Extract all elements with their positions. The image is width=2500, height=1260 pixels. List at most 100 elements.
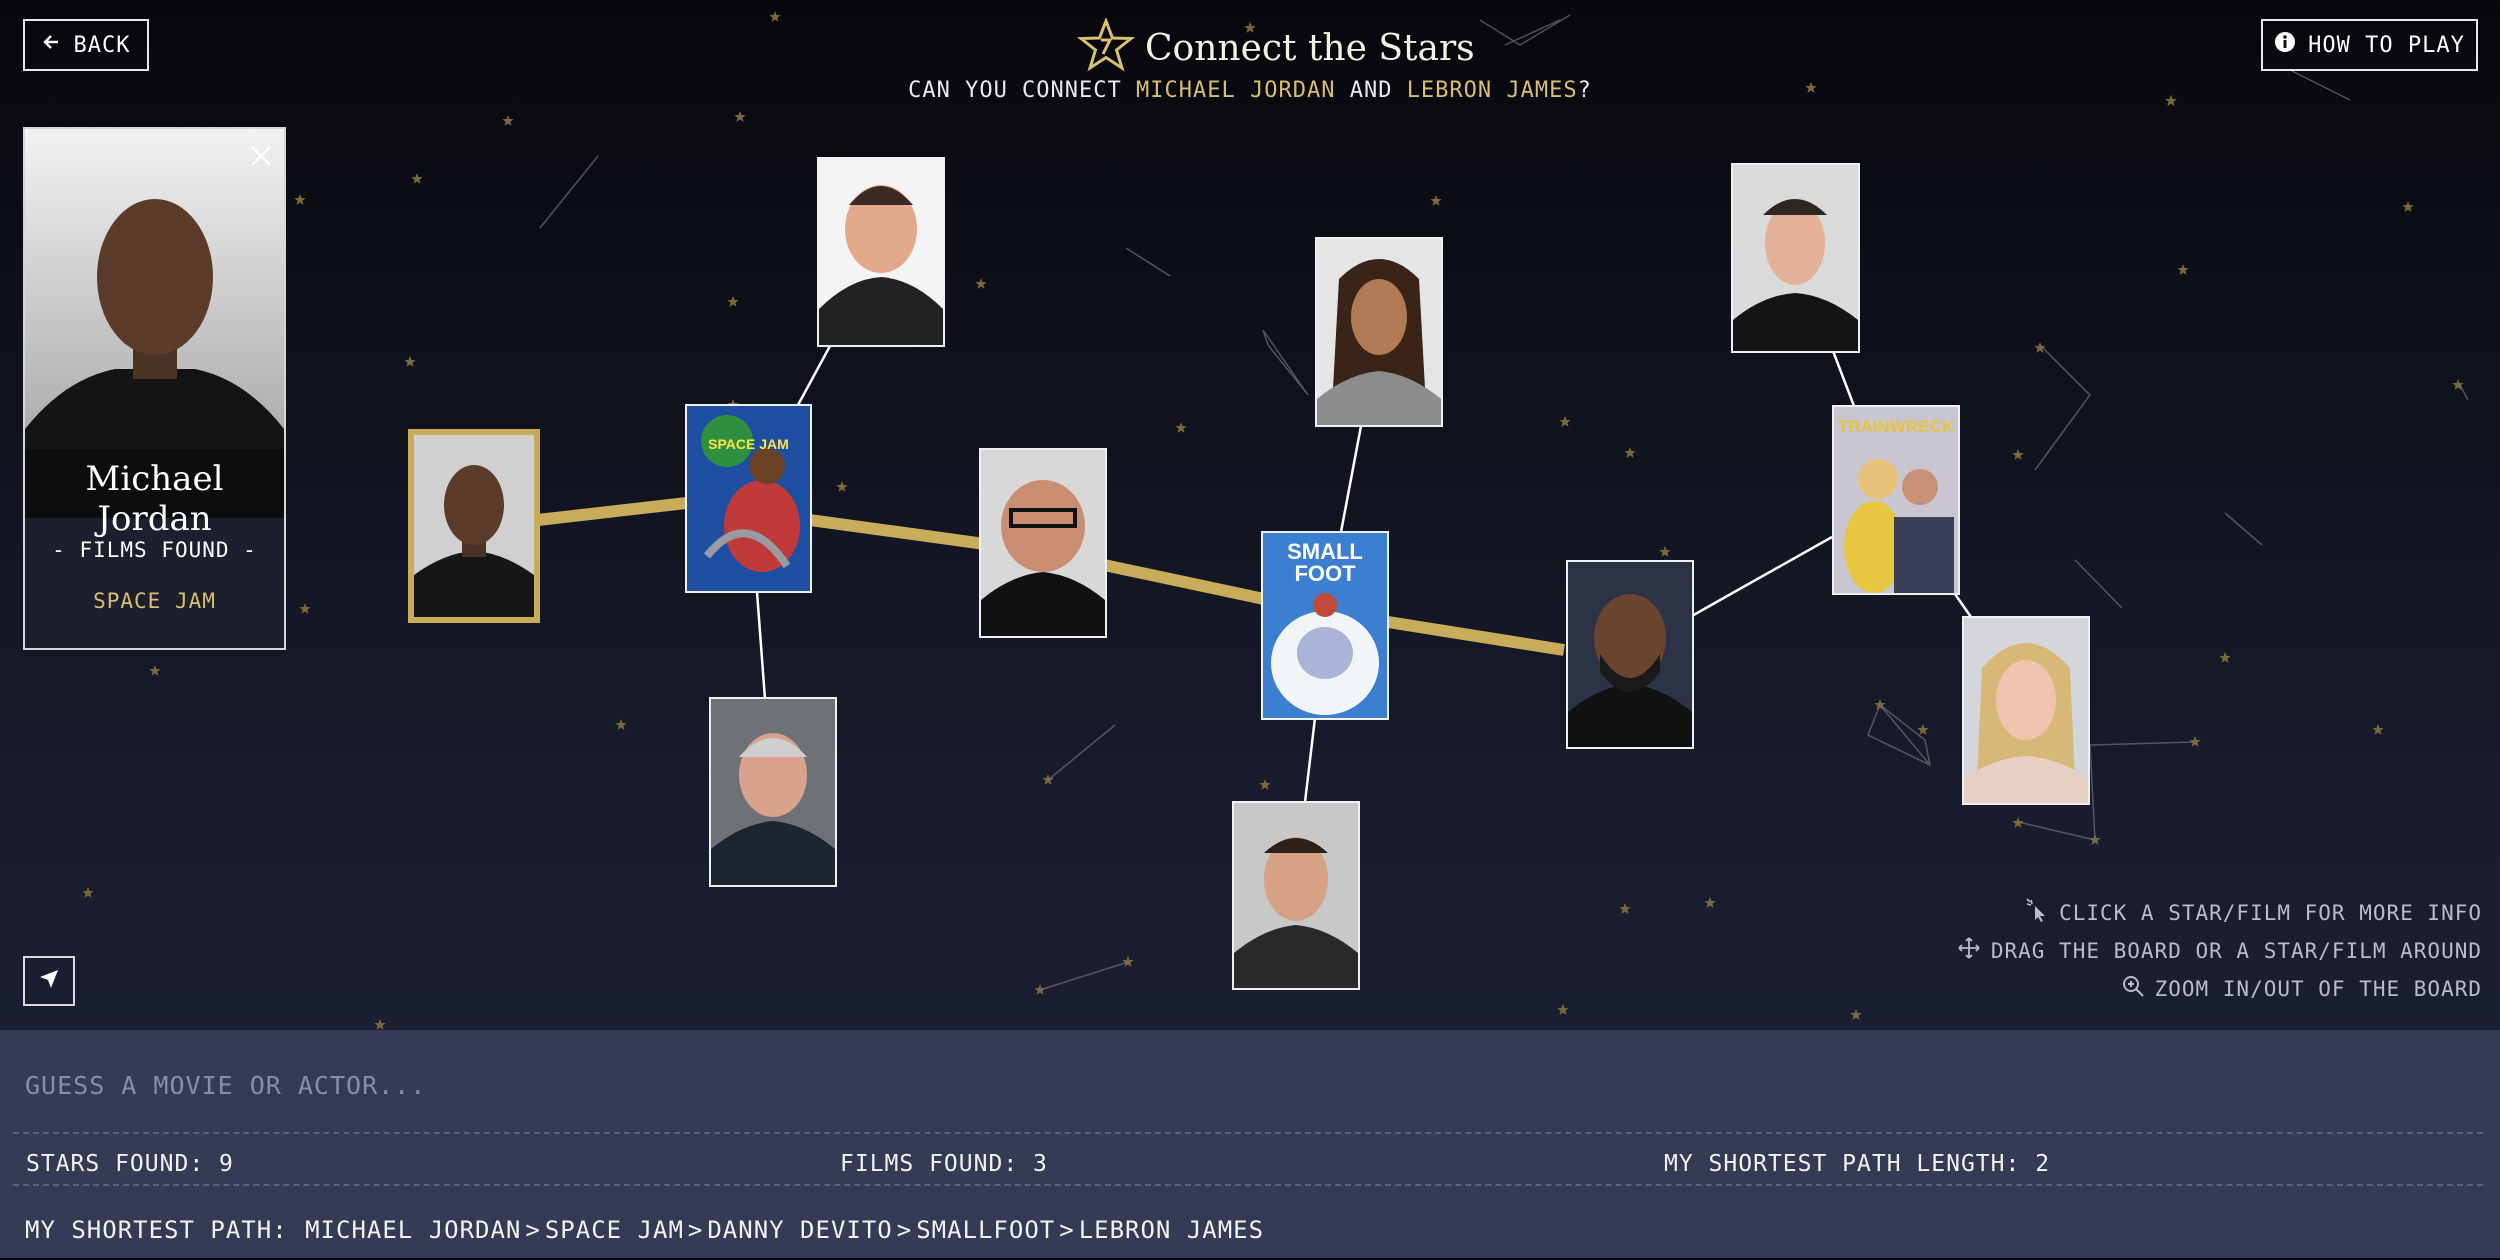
background-star <box>727 296 739 307</box>
background-star <box>1624 447 1636 458</box>
close-icon[interactable] <box>248 143 274 169</box>
background-star <box>1430 195 1442 206</box>
background-star <box>374 1019 386 1030</box>
hint-click-text: CLICK A STAR/FILM FOR MORE INFO <box>2059 900 2482 925</box>
background-star <box>82 887 94 898</box>
background-star <box>1557 1004 1569 1015</box>
subtitle-prefix: CAN YOU CONNECT <box>908 78 1137 103</box>
start-star-name: MICHAEL JORDAN <box>1136 78 1336 103</box>
film-link[interactable]: SPACE JAM <box>25 589 284 613</box>
film-tile-trainwreck[interactable]: TRAINWRECK <box>1832 405 1960 595</box>
arrow-left-icon <box>42 32 62 58</box>
recenter-button[interactable] <box>23 956 75 1006</box>
hint-drag-text: DRAG THE BOARD OR A STAR/FILM AROUND <box>1990 938 2482 963</box>
shortest-path: MY SHORTEST PATH: MICHAEL JORDAN > SPACE… <box>25 1200 1266 1260</box>
navigation-arrow-icon <box>37 967 61 995</box>
bottom-panel: STARS FOUND: 9 FILMS FOUND: 3 MY SHORTES… <box>0 1030 2500 1258</box>
star-tile-channing-tatum[interactable] <box>1232 801 1360 990</box>
star-tile-lebron-james[interactable] <box>1566 560 1694 749</box>
film-poster-title: TRAINWRECK <box>1837 417 1955 436</box>
background-star <box>769 11 781 22</box>
star-tile-bill-hader[interactable] <box>1731 163 1860 353</box>
background-star <box>1850 1009 1862 1020</box>
star-tile-michael-jordan[interactable] <box>408 429 540 623</box>
background-star <box>1559 416 1571 427</box>
background-star <box>404 356 416 367</box>
stars-found-stat: STARS FOUND: 9 <box>26 1130 234 1198</box>
path-item: DANNY DEVITO <box>707 1216 893 1244</box>
shortest-path-length-label: MY SHORTEST PATH LENGTH: <box>1664 1151 2021 1177</box>
star-tile-amy-schumer[interactable] <box>1962 616 2090 805</box>
back-label: BACK <box>73 32 131 58</box>
film-tile-space-jam[interactable]: SPACE JAM <box>685 404 812 593</box>
background-star <box>1175 422 1187 433</box>
shortest-path-list: MICHAEL JORDAN > SPACE JAM > DANNY DEVIT… <box>303 1216 1266 1244</box>
subtitle-suffix: ? <box>1577 78 1592 103</box>
how-to-play-label: HOW TO PLAY <box>2308 32 2465 58</box>
background-star <box>2402 201 2414 212</box>
back-button[interactable]: BACK <box>23 19 149 71</box>
cursor-click-icon <box>2025 898 2049 927</box>
info-icon <box>2274 31 2296 59</box>
hint-click: CLICK A STAR/FILM FOR MORE INFO <box>2025 898 2482 927</box>
background-star <box>2177 264 2189 275</box>
subtitle-and: AND <box>1335 78 1407 103</box>
how-to-play-button[interactable]: HOW TO PLAY <box>2261 19 2478 71</box>
star-info-card: Michael Jordan - FILMS FOUND - SPACE JAM <box>23 127 286 650</box>
background-star <box>502 115 514 126</box>
background-star <box>734 111 746 122</box>
background-star <box>615 719 627 730</box>
star-tile-wayne-knight[interactable] <box>817 157 945 347</box>
star-logo-icon <box>1076 16 1136 78</box>
page-title: Connect the Stars <box>1145 27 1475 69</box>
challenge-subtitle: CAN YOU CONNECT MICHAEL JORDAN AND LEBRO… <box>0 78 2500 103</box>
star-name: Michael Jordan <box>85 459 224 539</box>
background-star <box>1659 546 1671 557</box>
background-star <box>411 173 423 184</box>
divider <box>13 1184 2483 1186</box>
path-separator: > <box>896 1216 913 1244</box>
shortest-path-length-stat: MY SHORTEST PATH LENGTH: 2 <box>1664 1130 2050 1198</box>
film-poster-title-line: FOOT <box>1294 561 1356 586</box>
background-star <box>1619 903 1631 914</box>
film-poster-title: SMALL FOOT <box>1263 541 1387 585</box>
end-star-name: LEBRON JAMES <box>1406 78 1578 103</box>
move-icon <box>1957 936 1981 965</box>
star-tile-bill-murray[interactable] <box>709 697 837 887</box>
films-found-heading: - FILMS FOUND - <box>52 538 257 562</box>
background-star <box>975 278 987 289</box>
shortest-path-label: MY SHORTEST PATH: <box>25 1216 288 1244</box>
guess-input[interactable] <box>13 1038 2483 1134</box>
star-tile-zendaya[interactable] <box>1315 237 1443 427</box>
path-separator: > <box>1059 1216 1075 1244</box>
path-item: MICHAEL JORDAN <box>305 1216 522 1244</box>
path-item: SMALLFOOT <box>916 1216 1056 1244</box>
film-tile-smallfoot[interactable]: SMALL FOOT <box>1261 531 1389 720</box>
star-tile-danny-devito[interactable] <box>979 448 1107 638</box>
game-board[interactable]: BACK Connect the Stars CAN YOU CONNECT M… <box>0 0 2500 1030</box>
stars-found-label: STARS FOUND: <box>26 1151 205 1177</box>
background-star <box>2219 652 2231 663</box>
hint-zoom-text: ZOOM IN/OUT OF THE BOARD <box>2154 976 2482 1001</box>
background-star <box>294 194 306 205</box>
zoom-icon <box>2121 974 2145 1003</box>
background-star <box>836 481 848 492</box>
background-star <box>1122 956 1134 967</box>
path-separator: > <box>687 1216 704 1244</box>
background-star <box>149 665 161 676</box>
films-found-value: 3 <box>1033 1151 1048 1177</box>
hint-drag: DRAG THE BOARD OR A STAR/FILM AROUND <box>1957 936 2482 965</box>
films-found-stat: FILMS FOUND: 3 <box>840 1130 1048 1198</box>
background-star <box>1259 779 1271 790</box>
background-star <box>2012 449 2024 460</box>
path-separator: > <box>525 1216 541 1244</box>
hint-zoom: ZOOM IN/OUT OF THE BOARD <box>2121 974 2482 1003</box>
film-poster-title: SPACE JAM <box>708 436 789 452</box>
path-item: LEBRON JAMES <box>1078 1216 1265 1244</box>
stars-found-value: 9 <box>219 1151 234 1177</box>
game-header: Connect the Stars <box>1076 16 1475 78</box>
background-star <box>2372 724 2384 735</box>
path-item: SPACE JAM <box>544 1216 684 1244</box>
films-found-label: FILMS FOUND: <box>840 1151 1019 1177</box>
background-star <box>1704 897 1716 908</box>
